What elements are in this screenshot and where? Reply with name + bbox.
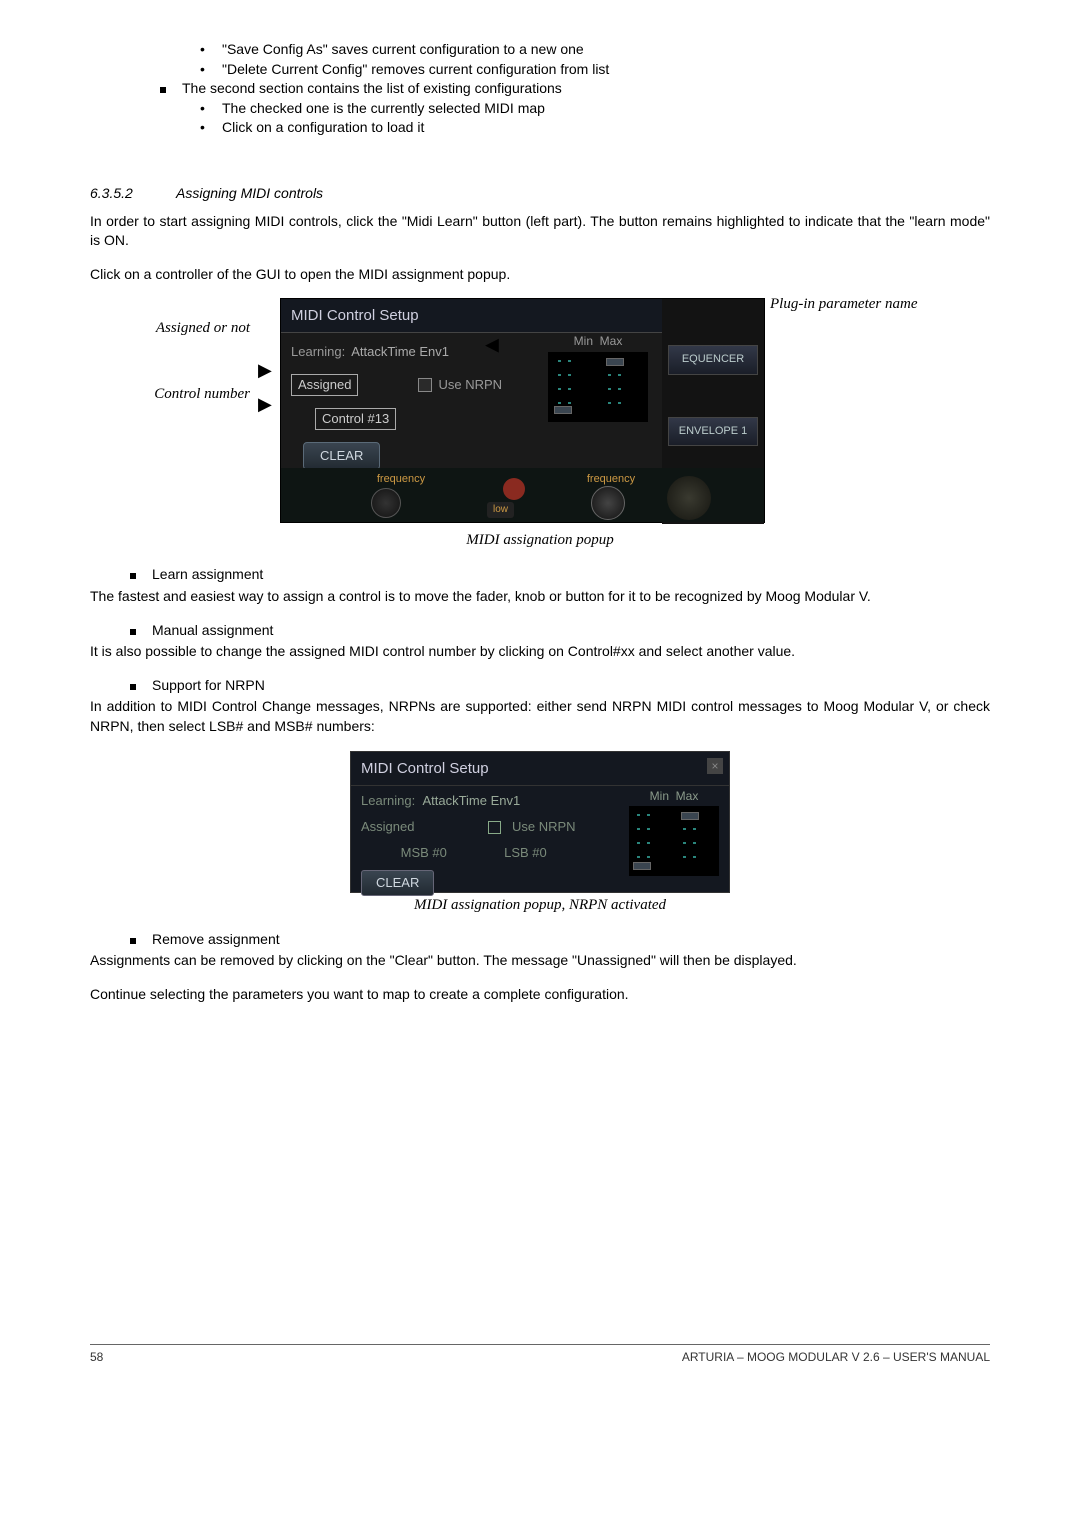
subhead-text: Learn assignment [152, 565, 990, 585]
footer-rule [90, 1344, 990, 1345]
doc-title: ARTURIA – MOOG MODULAR V 2.6 – USER'S MA… [682, 1349, 990, 1366]
min-max-sliders[interactable] [629, 806, 719, 876]
paragraph: Continue selecting the parameters you wa… [90, 985, 990, 1005]
assigned-label: Assigned [361, 819, 414, 834]
figure-caption: MIDI assignation popup [90, 530, 990, 551]
parameter-name: AttackTime Env1 [422, 793, 520, 808]
knob-label: frequency [561, 468, 661, 487]
list-item: • The checked one is the currently selec… [200, 99, 990, 119]
use-nrpn-label: Use NRPN [512, 819, 576, 834]
bullet-dot-icon: • [200, 99, 222, 119]
arrow-icon: ▶ [258, 358, 272, 383]
lsb-value[interactable]: LSB #0 [504, 845, 547, 860]
list-item: The second section contains the list of … [160, 79, 990, 99]
arrow-icon: ▶ [258, 392, 272, 417]
callout-control-number: Control number [130, 384, 250, 405]
bullet-text: "Save Config As" saves current configura… [222, 40, 990, 60]
envelope-button[interactable]: ENVELOPE 1 [668, 417, 758, 446]
low-label: low [487, 502, 514, 518]
use-nrpn-checkbox[interactable] [418, 378, 432, 392]
msb-value[interactable]: MSB #0 [401, 845, 447, 860]
close-icon[interactable]: × [707, 758, 723, 774]
assigned-toggle[interactable]: Assigned [291, 374, 358, 396]
use-nrpn-checkbox[interactable] [488, 821, 501, 834]
popup-title: MIDI Control Setup [351, 752, 729, 786]
bullet-square-icon [130, 565, 152, 585]
arrow-icon: ▶ [485, 334, 499, 359]
learning-label: Learning: [291, 343, 345, 361]
bullet-dot-icon: • [200, 60, 222, 80]
figure-caption: MIDI assignation popup, NRPN activated [90, 895, 990, 916]
paragraph: In addition to MIDI Control Change messa… [90, 697, 990, 736]
parameter-name: AttackTime Env1 [351, 343, 449, 361]
bullet-square-icon [130, 676, 152, 696]
large-knob-icon[interactable] [667, 476, 711, 520]
knob-label: frequency [321, 468, 481, 487]
equencer-button[interactable]: EQUENCER [668, 345, 758, 374]
learning-label: Learning: [361, 793, 415, 808]
subhead-nrpn: Support for NRPN [130, 676, 990, 696]
bullet-square-icon [130, 621, 152, 641]
min-max-sliders[interactable] [548, 352, 648, 422]
paragraph: Click on a controller of the GUI to open… [90, 265, 990, 285]
subhead-remove: Remove assignment [130, 930, 990, 950]
subhead-text: Manual assignment [152, 621, 990, 641]
min-max-label: Min Max [629, 788, 719, 805]
bullet-text: Click on a configuration to load it [222, 118, 990, 138]
list-item: • "Save Config As" saves current configu… [200, 40, 990, 60]
midi-control-setup-popup: MIDI Control Setup × Learning: AttackTim… [280, 298, 765, 523]
knob-icon[interactable] [591, 486, 625, 520]
figure-1: Assigned or not Control number Plug-in p… [90, 298, 990, 551]
bullet-dot-icon: • [200, 40, 222, 60]
figure-2: MIDI Control Setup × Learning: AttackTim… [90, 751, 990, 916]
clear-button[interactable]: CLEAR [303, 442, 380, 470]
subhead-text: Support for NRPN [152, 676, 990, 696]
paragraph: In order to start assigning MIDI control… [90, 212, 990, 251]
bullet-text: The checked one is the currently selecte… [222, 99, 990, 119]
subhead-learn: Learn assignment [130, 565, 990, 585]
bullet-text: The second section contains the list of … [182, 79, 990, 99]
bullet-text: "Delete Current Config" removes current … [222, 60, 990, 80]
callout-plugin-param: Plug-in parameter name [770, 294, 940, 315]
page-footer: 58 ARTURIA – MOOG MODULAR V 2.6 – USER'S… [90, 1349, 990, 1366]
led-icon [503, 478, 525, 500]
subhead-manual: Manual assignment [130, 621, 990, 641]
list-item: • Click on a configuration to load it [200, 118, 990, 138]
bullet-square-icon [130, 930, 152, 950]
knob-icon[interactable] [371, 488, 401, 518]
control-number-selector[interactable]: Control #13 [315, 408, 396, 430]
paragraph: The fastest and easiest way to assign a … [90, 587, 990, 607]
section-heading: 6.3.5.2 Assigning MIDI controls [90, 184, 990, 204]
midi-control-setup-popup-nrpn: MIDI Control Setup × Learning: AttackTim… [350, 751, 730, 893]
subhead-text: Remove assignment [152, 930, 990, 950]
bullet-square-icon [160, 79, 182, 99]
list-item: • "Delete Current Config" removes curren… [200, 60, 990, 80]
clear-button[interactable]: CLEAR [361, 870, 434, 896]
paragraph: It is also possible to change the assign… [90, 642, 990, 662]
section-title: Assigning MIDI controls [176, 184, 323, 204]
paragraph: Assignments can be removed by clicking o… [90, 951, 990, 971]
knob-strip: frequency low frequency [281, 468, 764, 522]
page-number: 58 [90, 1349, 103, 1366]
bullet-dot-icon: • [200, 118, 222, 138]
section-number: 6.3.5.2 [90, 184, 176, 204]
callout-assigned: Assigned or not [130, 318, 250, 339]
min-max-label: Min Max [548, 333, 648, 350]
top-bullets: • "Save Config As" saves current configu… [90, 40, 990, 138]
use-nrpn-label: Use NRPN [438, 376, 502, 394]
